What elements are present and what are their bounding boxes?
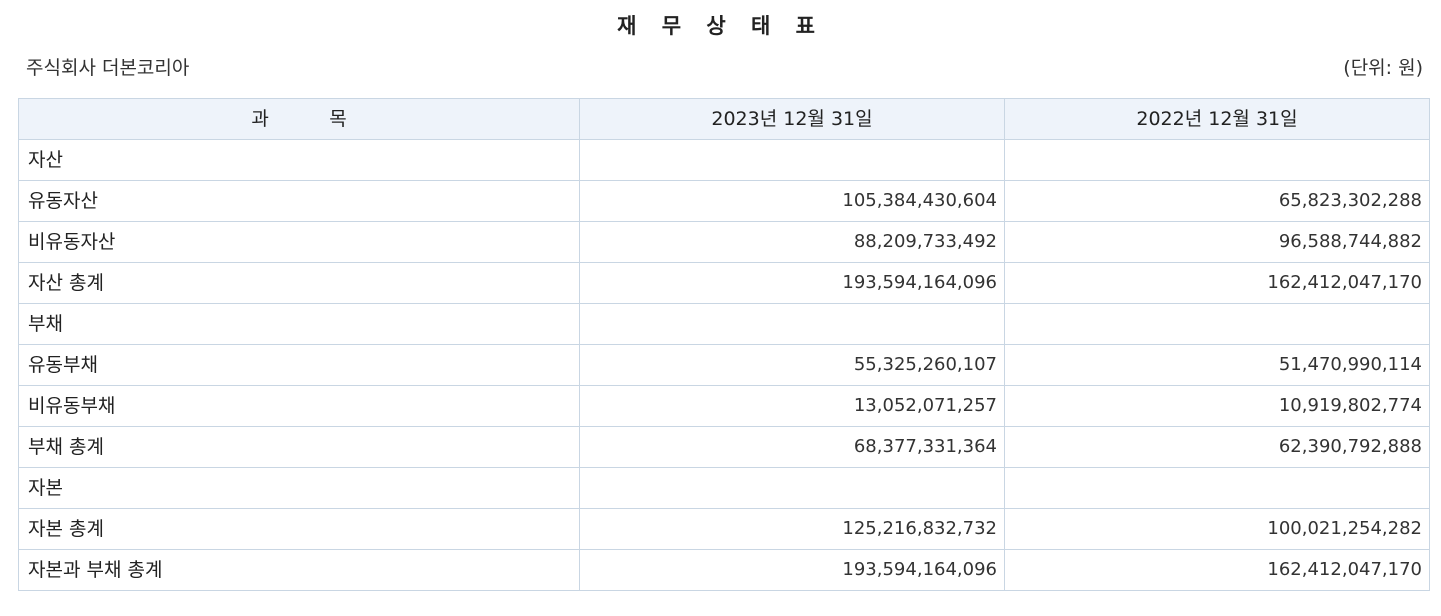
row-label: 자본 총계 (18, 508, 580, 550)
table-row: 자본과 부채 총계 193,594,164,096 162,412,047,17… (18, 549, 1430, 591)
table-row: 자본 총계 125,216,832,732 100,021,254,282 (18, 508, 1430, 550)
company-name: 주식회사 더본코리아 (26, 57, 190, 79)
value-2022 (1004, 467, 1430, 509)
table-row: 부채 (18, 303, 1430, 345)
value-2022: 100,021,254,282 (1004, 508, 1430, 550)
row-label: 자본 (18, 467, 580, 509)
table-row: 자산 (18, 139, 1430, 181)
header-2023: 2023년 12월 31일 (579, 98, 1005, 140)
table-row: 유동자산 105,384,430,604 65,823,302,288 (18, 180, 1430, 222)
value-2023: 125,216,832,732 (579, 508, 1005, 550)
value-2023: 68,377,331,364 (579, 426, 1005, 468)
balance-sheet-table: 과 목 2023년 12월 31일 2022년 12월 31일 자산 유동자산 … (18, 98, 1430, 591)
header-account: 과 목 (18, 98, 580, 140)
value-2022: 162,412,047,170 (1004, 549, 1430, 591)
value-2022: 62,390,792,888 (1004, 426, 1430, 468)
table-row: 부채 총계 68,377,331,364 62,390,792,888 (18, 426, 1430, 468)
table-row: 유동부채 55,325,260,107 51,470,990,114 (18, 344, 1430, 386)
row-label: 부채 총계 (18, 426, 580, 468)
table-row: 비유동부채 13,052,071,257 10,919,802,774 (18, 385, 1430, 427)
value-2022: 51,470,990,114 (1004, 344, 1430, 386)
header-2022: 2022년 12월 31일 (1004, 98, 1430, 140)
unit-label: (단위: 원) (1343, 57, 1423, 79)
table-row: 비유동자산 88,209,733,492 96,588,744,882 (18, 221, 1430, 263)
value-2023: 105,384,430,604 (579, 180, 1005, 222)
row-label: 비유동자산 (18, 221, 580, 263)
value-2023: 88,209,733,492 (579, 221, 1005, 263)
value-2023 (579, 467, 1005, 509)
row-label: 비유동부채 (18, 385, 580, 427)
value-2022: 65,823,302,288 (1004, 180, 1430, 222)
value-2023: 55,325,260,107 (579, 344, 1005, 386)
value-2022 (1004, 139, 1430, 181)
value-2022 (1004, 303, 1430, 345)
value-2022: 96,588,744,882 (1004, 221, 1430, 263)
row-label: 부채 (18, 303, 580, 345)
value-2023 (579, 139, 1005, 181)
value-2023: 193,594,164,096 (579, 549, 1005, 591)
value-2023: 193,594,164,096 (579, 262, 1005, 304)
value-2023 (579, 303, 1005, 345)
row-label: 유동부채 (18, 344, 580, 386)
table-row: 자산 총계 193,594,164,096 162,412,047,170 (18, 262, 1430, 304)
row-label: 자산 (18, 139, 580, 181)
table-header-row: 과 목 2023년 12월 31일 2022년 12월 31일 (18, 98, 1430, 140)
table-row: 자본 (18, 467, 1430, 509)
value-2022: 162,412,047,170 (1004, 262, 1430, 304)
value-2023: 13,052,071,257 (579, 385, 1005, 427)
row-label: 자본과 부채 총계 (18, 549, 580, 591)
row-label: 유동자산 (18, 180, 580, 222)
value-2022: 10,919,802,774 (1004, 385, 1430, 427)
row-label: 자산 총계 (18, 262, 580, 304)
document-title: 재 무 상 태 표 (617, 14, 824, 38)
